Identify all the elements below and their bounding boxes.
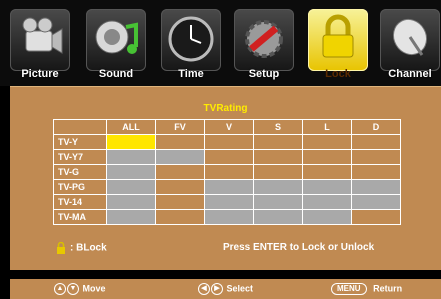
clock-icon (168, 16, 214, 62)
tab-channel[interactable]: Channel (380, 9, 440, 85)
rating-cell[interactable] (253, 164, 303, 180)
rating-cell[interactable] (204, 134, 254, 150)
rating-cell[interactable] (351, 209, 401, 225)
speaker-music-icon (95, 20, 138, 54)
rating-cell-tv-pg-v[interactable] (204, 179, 254, 195)
rating-cell-tv-14-v[interactable] (204, 194, 254, 210)
right-arrow-icon: ▶ (211, 283, 223, 295)
row-header: TV-14 (53, 194, 107, 210)
footer-return-label: Return (373, 283, 403, 294)
footer-move-label: Move (82, 283, 106, 294)
rating-cell[interactable] (253, 134, 303, 150)
tvrating-panel: TVRating ALL FV V S L D TV-Y TV-Y7 TV-G … (10, 86, 441, 270)
rating-cell-tv-g-all[interactable] (106, 164, 156, 180)
down-arrow-icon: ▼ (67, 283, 79, 295)
rating-cell-tv-pg-s[interactable] (253, 179, 303, 195)
rating-cell-tv-14-l[interactable] (302, 194, 352, 210)
tab-label: Picture (21, 68, 59, 80)
rating-cell-tv-14-all[interactable] (106, 194, 156, 210)
footer-move: ▲ ▼ Move (54, 283, 106, 295)
grid-corner (53, 119, 107, 135)
column-header: ALL (106, 119, 156, 135)
lock-legend-icon (57, 242, 65, 254)
rating-cell-tv-pg-d[interactable] (351, 179, 401, 195)
rating-cell[interactable] (302, 164, 352, 180)
rating-cell[interactable] (155, 179, 205, 195)
panel-title: TVRating (203, 103, 248, 114)
up-arrow-icon: ▲ (54, 283, 66, 295)
rating-cell[interactable] (253, 149, 303, 165)
rating-cell-tv-ma-all[interactable] (106, 209, 156, 225)
rating-cell-tv-pg-all[interactable] (106, 179, 156, 195)
column-header: V (204, 119, 254, 135)
rating-cell-tv-14-d[interactable] (351, 194, 401, 210)
left-arrow-icon: ◀ (198, 283, 210, 295)
rating-cell[interactable] (351, 134, 401, 150)
padlock-icon (322, 14, 354, 58)
tab-label: Channel (388, 68, 432, 80)
rating-cell[interactable] (204, 149, 254, 165)
rating-cell[interactable] (155, 194, 205, 210)
tab-time[interactable]: Time (161, 9, 221, 85)
main-menu-bar: Picture Sound Time Setup Lock Channel (0, 0, 441, 86)
rating-cell[interactable] (155, 134, 205, 150)
tab-picture[interactable]: Picture (10, 9, 70, 85)
rating-cell[interactable] (302, 134, 352, 150)
rating-cell[interactable] (302, 149, 352, 165)
rating-cell[interactable] (351, 149, 401, 165)
tab-label: Lock (325, 68, 351, 80)
tab-lock[interactable]: Lock (308, 9, 368, 85)
tab-label: Sound (98, 68, 134, 80)
rating-cell-tv-ma-l[interactable] (302, 209, 352, 225)
footer-return: MENU Return (331, 283, 402, 295)
tab-label: Setup (248, 68, 280, 80)
rating-cell[interactable] (155, 209, 205, 225)
rating-cell[interactable] (351, 164, 401, 180)
rating-grid: ALL FV V S L D TV-Y TV-Y7 TV-G TV-PG TV-… (53, 119, 401, 225)
footer-bar: ▲ ▼ Move ◀ ▶ Select MENU Return (10, 279, 441, 299)
footer-select-label: Select (226, 283, 254, 294)
column-header: D (351, 119, 401, 135)
menu-key-icon: MENU (331, 283, 367, 295)
tab-sound[interactable]: Sound (86, 9, 146, 85)
instruction-text: Press ENTER to Lock or Unlock (223, 242, 375, 253)
row-header: TV-PG (53, 179, 107, 195)
row-header: TV-Y (53, 134, 107, 150)
rating-cell-tv-ma-v[interactable] (204, 209, 254, 225)
row-header: TV-G (53, 164, 107, 180)
column-header: FV (155, 119, 205, 135)
rating-cell-tv-ma-s[interactable] (253, 209, 303, 225)
rating-cell[interactable] (155, 164, 205, 180)
legend-text: : BLock (70, 242, 107, 254)
tools-icon (245, 20, 283, 58)
rating-cell-tv-14-s[interactable] (253, 194, 303, 210)
satellite-dish-icon (392, 18, 428, 56)
rating-cell-tv-y7-all[interactable] (106, 149, 156, 165)
camcorder-icon (22, 17, 63, 54)
rating-cell-tv-pg-l[interactable] (302, 179, 352, 195)
block-legend: : BLock (56, 242, 107, 254)
rating-cell-tv-y7-fv[interactable] (155, 149, 205, 165)
footer-select: ◀ ▶ Select (198, 283, 253, 295)
column-header: S (253, 119, 303, 135)
row-header: TV-Y7 (53, 149, 107, 165)
rating-cell-tv-y-all[interactable] (106, 134, 156, 150)
tab-label: Time (178, 68, 204, 80)
tab-setup[interactable]: Setup (234, 9, 294, 85)
row-header: TV-MA (53, 209, 107, 225)
column-header: L (302, 119, 352, 135)
rating-cell[interactable] (204, 164, 254, 180)
